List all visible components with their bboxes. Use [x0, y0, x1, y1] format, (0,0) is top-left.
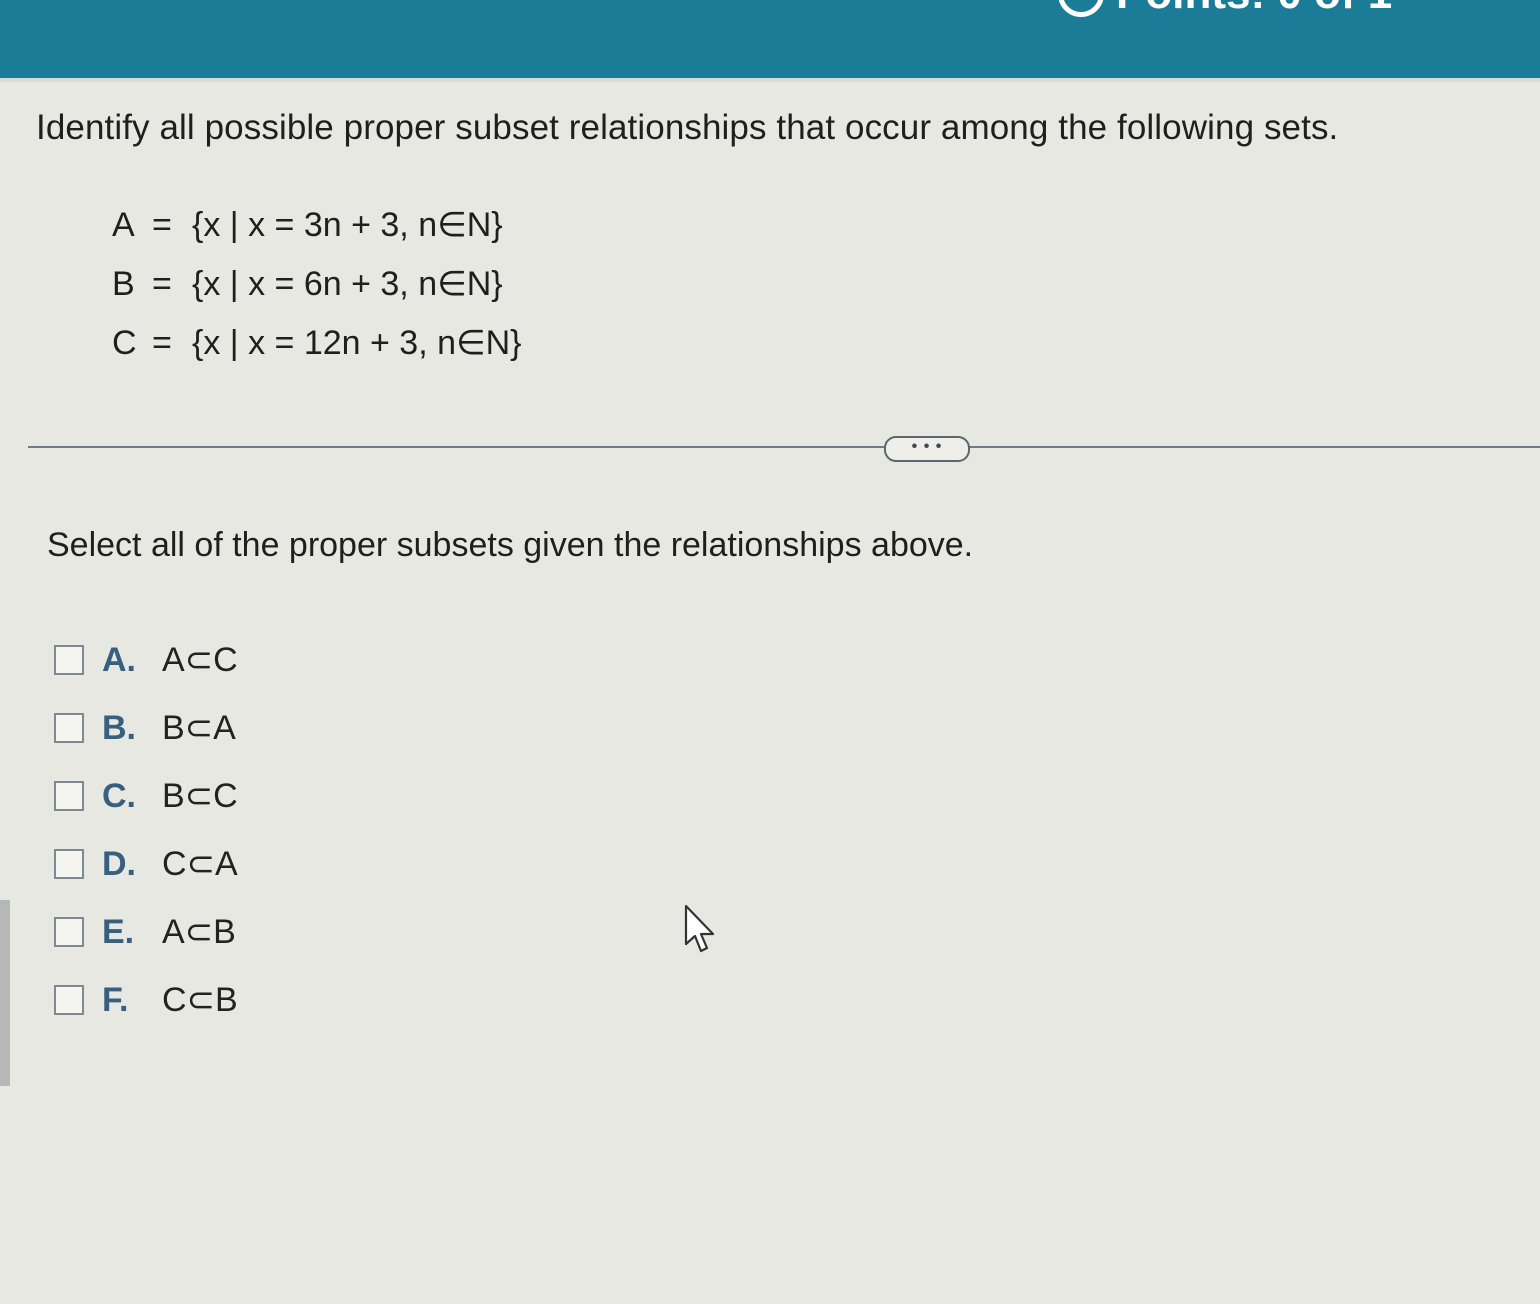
set-row-b: B = {x | x = 6n + 3, n∈N} [112, 255, 522, 314]
option-letter: B. [102, 708, 136, 747]
option-text: C⊂B [162, 981, 238, 1019]
option-letter: C. [102, 776, 136, 815]
option-letter: F. [102, 980, 129, 1019]
option-letter: A. [102, 640, 136, 679]
set-definition: {x | x = 3n + 3, n∈N} [192, 206, 503, 244]
option-e[interactable]: E. A⊂B [54, 898, 238, 966]
set-name: C [112, 324, 137, 362]
instruction-text: Select all of the proper subsets given t… [47, 526, 974, 564]
checkbox[interactable] [54, 849, 84, 879]
option-b[interactable]: B. B⊂A [54, 694, 238, 762]
option-text: B⊂A [162, 709, 236, 747]
checkbox[interactable] [54, 781, 84, 811]
option-text: A⊂C [162, 641, 238, 679]
option-d[interactable]: D. C⊂A [54, 830, 238, 898]
header-underline [0, 78, 1540, 82]
set-row-a: A = {x | x = 3n + 3, n∈N} [112, 196, 522, 255]
section-divider [28, 446, 1540, 448]
checkbox[interactable] [54, 985, 84, 1015]
option-c[interactable]: C. B⊂C [54, 762, 238, 830]
set-equals: = [152, 206, 172, 244]
progress-circle-icon [1058, 0, 1104, 17]
question-prompt: Identify all possible proper subset rela… [36, 108, 1339, 147]
points-indicator: Points: 0 of 1 [1058, 0, 1392, 18]
option-text: A⊂B [162, 913, 236, 951]
left-edge-shadow [0, 900, 10, 1086]
set-definitions: A = {x | x = 3n + 3, n∈N} B = {x | x = 6… [112, 196, 522, 373]
checkbox[interactable] [54, 645, 84, 675]
option-text: C⊂A [162, 845, 238, 883]
top-header-bar: Points: 0 of 1 [0, 0, 1540, 78]
answer-options: A. A⊂C B. B⊂A C. B⊂C D. C⊂A E. A⊂B F. C⊂… [54, 626, 238, 1034]
option-f[interactable]: F. C⊂B [54, 966, 238, 1034]
set-definition: {x | x = 6n + 3, n∈N} [192, 265, 503, 303]
more-options-button[interactable]: • • • [884, 436, 970, 462]
set-name: B [112, 265, 135, 303]
mouse-pointer-icon [684, 904, 715, 953]
option-a[interactable]: A. A⊂C [54, 626, 238, 694]
option-letter: E. [102, 912, 135, 951]
set-row-c: C = {x | x = 12n + 3, n∈N} [112, 314, 522, 373]
option-letter: D. [102, 844, 136, 883]
set-equals: = [152, 265, 172, 303]
points-text: Points: 0 of 1 [1116, 0, 1392, 19]
set-definition: {x | x = 12n + 3, n∈N} [192, 324, 522, 362]
set-equals: = [152, 324, 172, 362]
option-text: B⊂C [162, 777, 238, 815]
checkbox[interactable] [54, 713, 84, 743]
checkbox[interactable] [54, 917, 84, 947]
set-name: A [112, 206, 135, 244]
